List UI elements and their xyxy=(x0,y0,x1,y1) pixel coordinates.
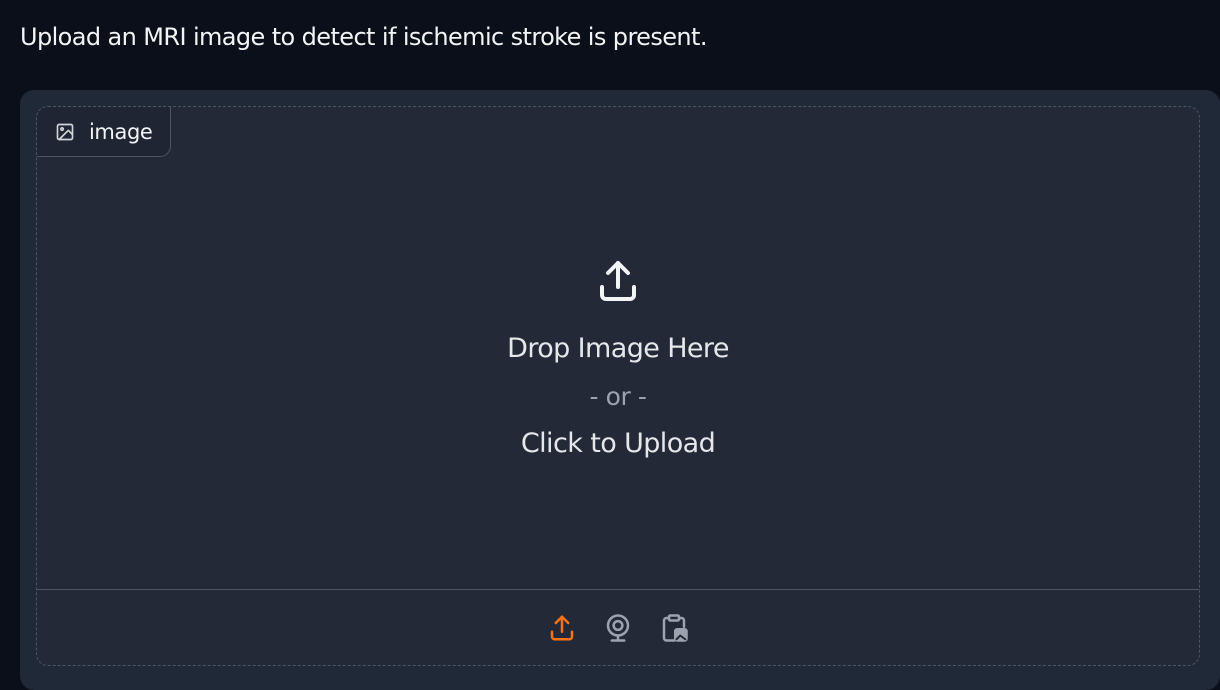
source-divider xyxy=(37,589,1199,590)
webcam-icon xyxy=(603,613,633,643)
click-to-upload-text[interactable]: Click to Upload xyxy=(37,428,1199,460)
image-drop-zone[interactable]: Drop Image Here - or - Click to Upload xyxy=(37,157,1199,589)
drop-image-text: Drop Image Here xyxy=(507,333,729,364)
upload-source-button[interactable] xyxy=(545,611,579,645)
image-label-text: image xyxy=(89,119,153,144)
app-description: Upload an MRI image to detect if ischemi… xyxy=(20,23,707,51)
webcam-source-button[interactable] xyxy=(601,611,635,645)
source-selection-bar xyxy=(37,591,1199,665)
image-upload-area: image Drop Image Here - or - Click to Up… xyxy=(36,106,1200,666)
upload-icon xyxy=(594,257,642,305)
or-separator-text: - or - xyxy=(589,382,647,411)
upload-icon xyxy=(547,613,577,643)
image-icon xyxy=(55,122,75,142)
clipboard-icon xyxy=(659,613,689,643)
image-input-label: image xyxy=(37,107,171,157)
clipboard-source-button[interactable] xyxy=(657,611,691,645)
